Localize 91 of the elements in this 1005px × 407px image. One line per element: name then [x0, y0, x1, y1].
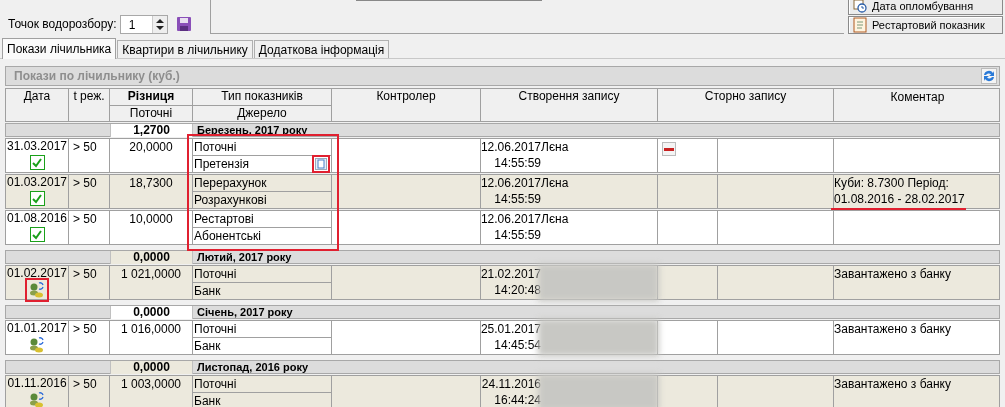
table-cell: 1 016,0000	[120, 322, 182, 336]
toolbar-button[interactable]: Дата опломбування	[848, 0, 1003, 15]
document-icon	[853, 17, 867, 33]
table-cell: 01.01.2017	[6, 321, 68, 336]
table-cell: 01.03.2017	[6, 175, 68, 190]
coins-icon	[28, 336, 46, 354]
column-header[interactable]: Дата	[6, 89, 69, 121]
type-field: Поточні	[193, 266, 331, 283]
spin-field[interactable]: 1	[119, 15, 168, 34]
table-cell: 16:44:24	[494, 392, 541, 407]
table-cell: > 50	[73, 322, 97, 336]
type-field: Перерахунок	[193, 175, 331, 192]
source-field: Банк	[194, 338, 221, 354]
tab[interactable]: Покази лічильника	[2, 38, 117, 59]
table-cell: 24.11.2016	[481, 376, 541, 392]
group-total: 0,0000	[110, 361, 193, 374]
source-field: Претензія	[194, 156, 249, 172]
table-cell: 25.01.2017	[480, 321, 541, 337]
refresh-icon[interactable]	[981, 68, 997, 84]
table-cell: 10,0000	[129, 212, 173, 226]
column-header[interactable]: Сторно запису	[658, 89, 834, 121]
group-total: 0,0000	[110, 251, 193, 264]
group-total: 0,0000	[110, 306, 193, 319]
source-field: Абонентські	[194, 228, 261, 244]
table-cell: Лєна	[541, 176, 569, 190]
table-cell: > 50	[73, 212, 97, 226]
table-cell: 14:55:59	[494, 227, 541, 243]
table-cell: 01.11.2016	[7, 376, 67, 391]
comment-text: Куби: 8.7300 Період: 01.08.2016 - 28.02.2017	[834, 175, 966, 207]
column-header[interactable]: Тип показників	[193, 89, 332, 105]
table-cell: 12.06.2017	[480, 211, 541, 227]
tab[interactable]: Додаткова інформація	[253, 40, 390, 58]
table-cell: > 50	[73, 267, 97, 281]
table-cell: 14:55:59	[494, 155, 541, 171]
toolbar-button[interactable]: Рестартовий показник	[848, 16, 1003, 34]
table-cell: 14:55:59	[494, 191, 541, 207]
record-row[interactable]: 01.08.2016 > 50 10,0000 Рестартові Абонентські 12.06.2017 14:55:59 Лєна	[5, 210, 1000, 245]
column-header[interactable]: Різниця	[110, 89, 193, 105]
record-row[interactable]: 31.03.2017 > 50 20,0000 Поточні Претензія 12.06.2017 14:55:59 Лєна	[5, 138, 1000, 173]
table-cell: Лєна	[541, 140, 569, 154]
group-total: 1,2700	[110, 124, 193, 137]
source-field: Банк	[194, 283, 221, 299]
type-field: Поточні	[193, 376, 331, 393]
table-cell: > 50	[73, 377, 97, 391]
column-header[interactable]: Коментар	[834, 89, 1001, 121]
source-field: Розрахункові	[194, 192, 267, 208]
coins-icon	[28, 391, 46, 407]
grid-title: Покази по лічильнику (куб.)	[14, 69, 180, 83]
checkbox[interactable]	[29, 155, 45, 170]
table-cell: > 50	[73, 176, 97, 190]
table-cell: Лєна	[541, 212, 569, 226]
table-cell: 20,0000	[129, 140, 173, 154]
table-cell: 12.06.2017	[480, 139, 541, 155]
table-cell: 1 003,0000	[120, 377, 182, 391]
tab[interactable]: Квартири в лічильнику	[117, 40, 253, 58]
table-cell: 01.02.2017	[6, 266, 68, 281]
calendar-clock-icon	[853, 0, 867, 13]
column-header[interactable]: Контролер	[332, 89, 481, 121]
record-row[interactable]: 01.03.2017 > 50 18,7300 Перерахунок Розрахункові 12.06.2017 14:55:59 Лєна Куби: 8.7300 Період: 01.08.2016 - 28.02.2017	[5, 174, 1000, 209]
table-cell: 18,7300	[129, 176, 173, 190]
spin-arrows-icon[interactable]	[151, 16, 167, 33]
type-field: Поточні	[193, 321, 331, 338]
column-header[interactable]: Джерело	[193, 105, 332, 121]
table-cell: 31.03.2017	[6, 139, 68, 154]
record-row[interactable]: 01.01.2017 > 50 1 016,0000 Поточні Банк 25.01.2017 14:45:54 Завантажено з банку	[5, 320, 1000, 355]
minus-button-icon[interactable]	[662, 142, 676, 156]
record-row[interactable]: 01.11.2016 > 50 1 003,0000 Поточні Банк 24.11.2016 16:44:24 Завантажено з банку	[5, 375, 1000, 407]
table-cell: 14:20:48	[494, 282, 541, 298]
table-cell: 14:45:54	[494, 337, 541, 353]
table-cell: > 50	[73, 140, 97, 154]
table-cell: 01.08.2016	[6, 211, 68, 226]
comment-text: Завантажено з банку	[834, 376, 952, 392]
group-month: Лютий, 2017 року	[196, 251, 293, 264]
column-header[interactable]: Поточні	[110, 105, 193, 121]
source-field: Банк	[194, 393, 221, 407]
comment-text: Завантажено з банку	[834, 321, 952, 337]
field-label: Точок водорозбору:	[8, 17, 117, 31]
group-month: Січень, 2017 року	[196, 306, 294, 319]
column-header[interactable]: Створення запису	[481, 89, 658, 121]
checkbox[interactable]	[29, 191, 45, 206]
column-header[interactable]: t реж.	[69, 89, 110, 121]
record-row[interactable]: 01.02.2017 > 50 1 021,0000 Поточні Банк 21.02.2017 14:20:48 Завантажено з банку	[5, 265, 1000, 300]
comment-text: Завантажено з банку	[834, 266, 952, 282]
type-field: Поточні	[193, 139, 331, 156]
group-month: Листопад, 2016 року	[196, 361, 309, 374]
type-field: Рестартові	[193, 211, 331, 228]
checkbox[interactable]	[29, 227, 45, 242]
table-cell: 21.02.2017	[480, 266, 541, 282]
table-cell: 1 021,0000	[120, 267, 182, 281]
save-icon[interactable]	[175, 16, 192, 32]
table-cell: 12.06.2017	[480, 175, 541, 191]
